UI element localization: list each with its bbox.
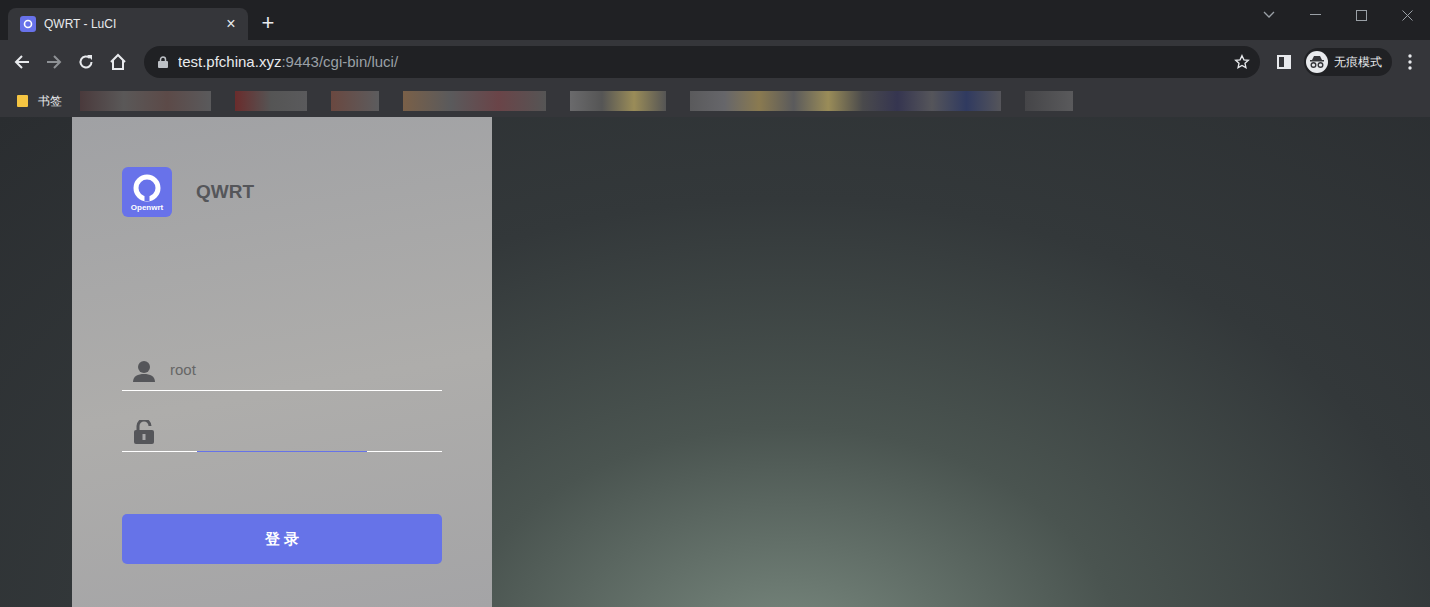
bookmarks-folder[interactable]: 书签 [16,92,72,110]
tab-close-button[interactable]: × [222,15,240,33]
url: test.pfchina.xyz:9443/cgi-bin/luci/ [178,51,1234,74]
url-host: test.pfchina.xyz [178,53,281,70]
new-tab-button[interactable]: + [248,6,288,38]
browser-tab[interactable]: QWRT - LuCI × [8,8,248,40]
logo-text: Openwrt [131,204,163,212]
username-input[interactable] [170,359,442,382]
username-field[interactable] [122,351,442,391]
incognito-icon [1306,51,1328,73]
favicon-icon [20,16,36,32]
incognito-profile[interactable]: 无痕模式 [1304,48,1392,76]
lock-icon [158,56,168,68]
minimize-icon[interactable] [1292,0,1338,30]
user-icon [132,360,156,382]
openwrt-logo: Openwrt [122,167,172,217]
close-window-icon[interactable] [1384,0,1430,30]
url-path: :9443/cgi-bin/luci/ [281,53,398,70]
unlock-icon [134,420,154,444]
browser-window: QWRT - LuCI × + [0,0,1430,607]
brand: Openwrt QWRT [122,167,442,217]
focus-underline [197,451,367,452]
maximize-icon[interactable] [1338,0,1384,30]
back-arrow-icon[interactable] [10,50,34,74]
window-controls [1246,0,1430,40]
tab-title: QWRT - LuCI [44,15,214,33]
bookmarks-bar: 书签 [0,84,1430,117]
bookmark-icon [16,94,30,108]
password-input[interactable] [168,420,442,443]
address-bar[interactable]: test.pfchina.xyz:9443/cgi-bin/luci/ [144,46,1260,78]
tab-strip: QWRT - LuCI × + [0,0,1430,40]
tab-search-icon[interactable] [1246,0,1292,30]
brand-name: QWRT [196,178,254,207]
home-icon[interactable] [106,50,130,74]
page-background: Openwrt QWRT 登 录 [0,117,1430,607]
password-field[interactable] [122,412,442,452]
profile-label: 无痕模式 [1334,53,1382,71]
forward-arrow-icon[interactable] [42,50,66,74]
side-panel-icon[interactable] [1272,50,1296,74]
menu-dots-icon[interactable] [1400,50,1420,74]
login-button[interactable]: 登 录 [122,514,442,564]
toolbar: test.pfchina.xyz:9443/cgi-bin/luci/ 无痕模式 [0,40,1430,84]
login-panel: Openwrt QWRT 登 录 [72,117,492,607]
bookmarks-folder-label: 书签 [38,92,62,110]
star-icon[interactable] [1234,54,1250,70]
power-logo-icon [132,173,162,203]
tab-list: QWRT - LuCI × [0,0,248,40]
blurred-bookmarks [80,91,1073,111]
reload-icon[interactable] [74,50,98,74]
